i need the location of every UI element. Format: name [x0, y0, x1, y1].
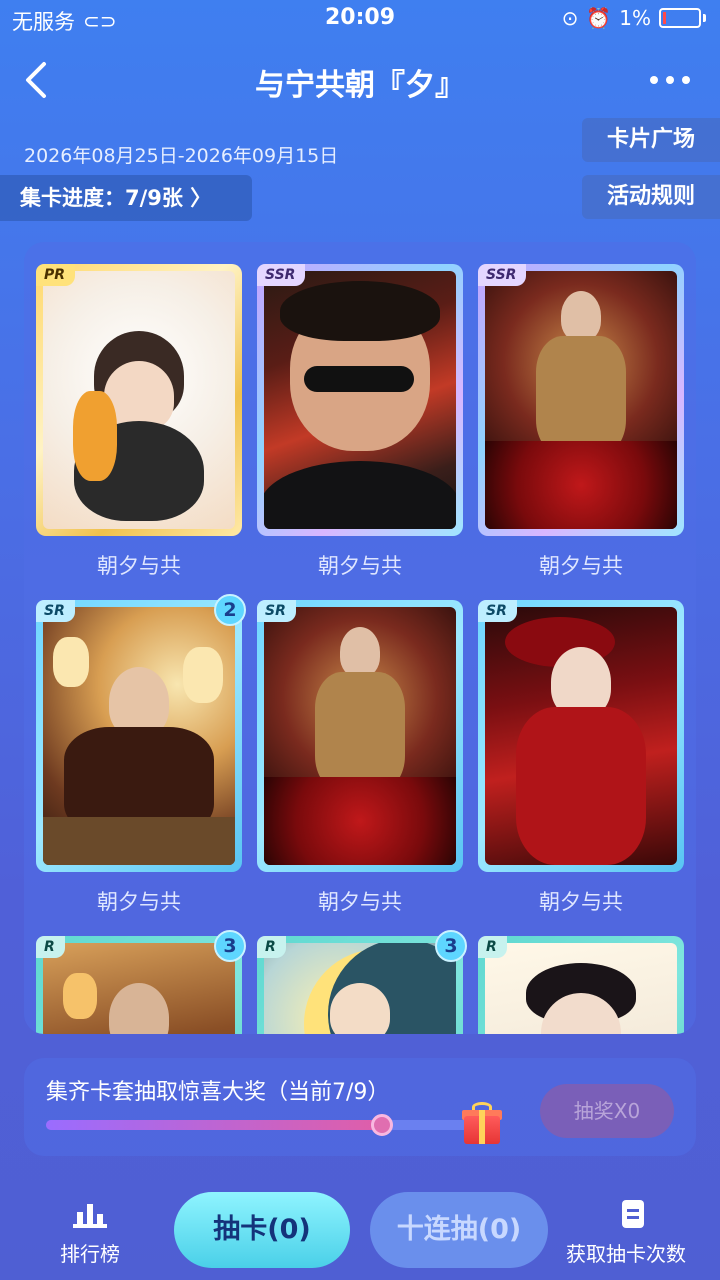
prize-progress-fill [46, 1120, 383, 1130]
prize-progress-knob [371, 1114, 394, 1136]
card-grid-panel[interactable]: PR 朝夕与共 SSR 朝夕与共 SSR 朝夕与共 SR 2 朝夕与共 SR 朝… [24, 242, 696, 1034]
card-frame: SSR [257, 264, 463, 536]
card-frame: PR [36, 264, 242, 536]
card-item[interactable]: SR 2 朝夕与共 [36, 594, 246, 916]
get-draws-label: 获取抽卡次数 [566, 1242, 686, 1266]
card-item[interactable]: R [478, 936, 684, 1034]
card-artwork [485, 943, 677, 1034]
rarity-badge: SR [36, 600, 75, 622]
draw-one-button[interactable]: 抽卡(0) [174, 1192, 350, 1268]
more-dots-icon [650, 76, 690, 84]
rarity-badge: SR [478, 600, 517, 622]
card-frame: SR [478, 600, 684, 872]
card-artwork [43, 607, 235, 865]
card-frame: R [36, 936, 242, 1034]
prize-panel: 集齐卡套抽取惊喜大奖（当前7/9） 抽奖X0 [24, 1058, 696, 1156]
card-count-badge: 3 [435, 930, 467, 962]
prize-progress-bar [46, 1114, 478, 1136]
rarity-badge: SSR [478, 264, 527, 286]
card-item[interactable]: R 3 [36, 930, 246, 1034]
card-item[interactable]: PR 朝夕与共 [36, 264, 242, 580]
card-frame: SSR [478, 264, 684, 536]
card-frame: SR [257, 600, 463, 872]
event-dates: 2026年08月25日-2026年09月15日 [24, 145, 339, 167]
card-frame: SR [36, 600, 242, 872]
status-right: ⊙ ⏰ 1% [562, 6, 706, 30]
card-artwork [43, 271, 235, 529]
lock-rotation-icon: ⊙ [561, 6, 579, 30]
card-artwork [264, 607, 456, 865]
prize-draw-button[interactable]: 抽奖X0 [540, 1084, 674, 1138]
collection-progress-button[interactable]: 集卡进度：7/9张 〉 [0, 175, 252, 221]
rarity-badge: SSR [257, 264, 306, 286]
battery-icon [659, 8, 701, 28]
bar-chart-icon [73, 1204, 107, 1228]
rarity-badge: SR [257, 600, 296, 622]
draw-ten-button[interactable]: 十连抽(0) [370, 1192, 548, 1268]
card-plaza-button[interactable]: 卡片广场 [582, 118, 720, 162]
card-label: 朝夕与共 [539, 554, 623, 578]
rarity-badge: PR [36, 264, 76, 286]
leaderboard-label: 排行榜 [60, 1242, 120, 1266]
gift-icon [462, 1102, 502, 1146]
prize-description: 集齐卡套抽取惊喜大奖（当前7/9） [46, 1080, 390, 1105]
card-frame: R [257, 936, 463, 1034]
card-count-badge: 2 [214, 594, 246, 626]
card-item[interactable]: R 3 [257, 930, 467, 1034]
card-item[interactable]: SR 朝夕与共 [478, 600, 684, 916]
rarity-badge: R [257, 936, 286, 958]
alarm-icon: ⏰ [586, 6, 612, 30]
status-bar: 无服务 ⊂⊃ 20:09 ⊙ ⏰ 1% [0, 0, 720, 40]
battery-cap [703, 14, 706, 22]
battery-percent: 1% [619, 6, 651, 30]
card-label: 朝夕与共 [97, 554, 181, 578]
document-icon [622, 1200, 644, 1228]
card-item[interactable]: SSR 朝夕与共 [478, 264, 684, 580]
card-label: 朝夕与共 [97, 890, 181, 914]
card-artwork [485, 271, 677, 529]
card-artwork [264, 271, 456, 529]
card-artwork [485, 607, 677, 865]
card-count-badge: 3 [214, 930, 246, 962]
more-button[interactable] [646, 62, 694, 98]
activity-rules-button[interactable]: 活动规则 [582, 175, 720, 219]
card-label: 朝夕与共 [539, 890, 623, 914]
card-item[interactable]: SSR 朝夕与共 [257, 264, 463, 580]
card-frame: R [478, 936, 684, 1034]
card-label: 朝夕与共 [318, 554, 402, 578]
card-artwork [264, 943, 456, 1034]
card-artwork [43, 943, 235, 1034]
rarity-badge: R [36, 936, 65, 958]
get-draws-button[interactable]: 获取抽卡次数 [566, 1200, 716, 1267]
card-label: 朝夕与共 [318, 890, 402, 914]
leaderboard-button[interactable]: 排行榜 [50, 1200, 130, 1267]
rarity-badge: R [478, 936, 507, 958]
page-title: 与宁共朝『夕』 [255, 68, 465, 103]
card-item[interactable]: SR 朝夕与共 [257, 600, 463, 916]
